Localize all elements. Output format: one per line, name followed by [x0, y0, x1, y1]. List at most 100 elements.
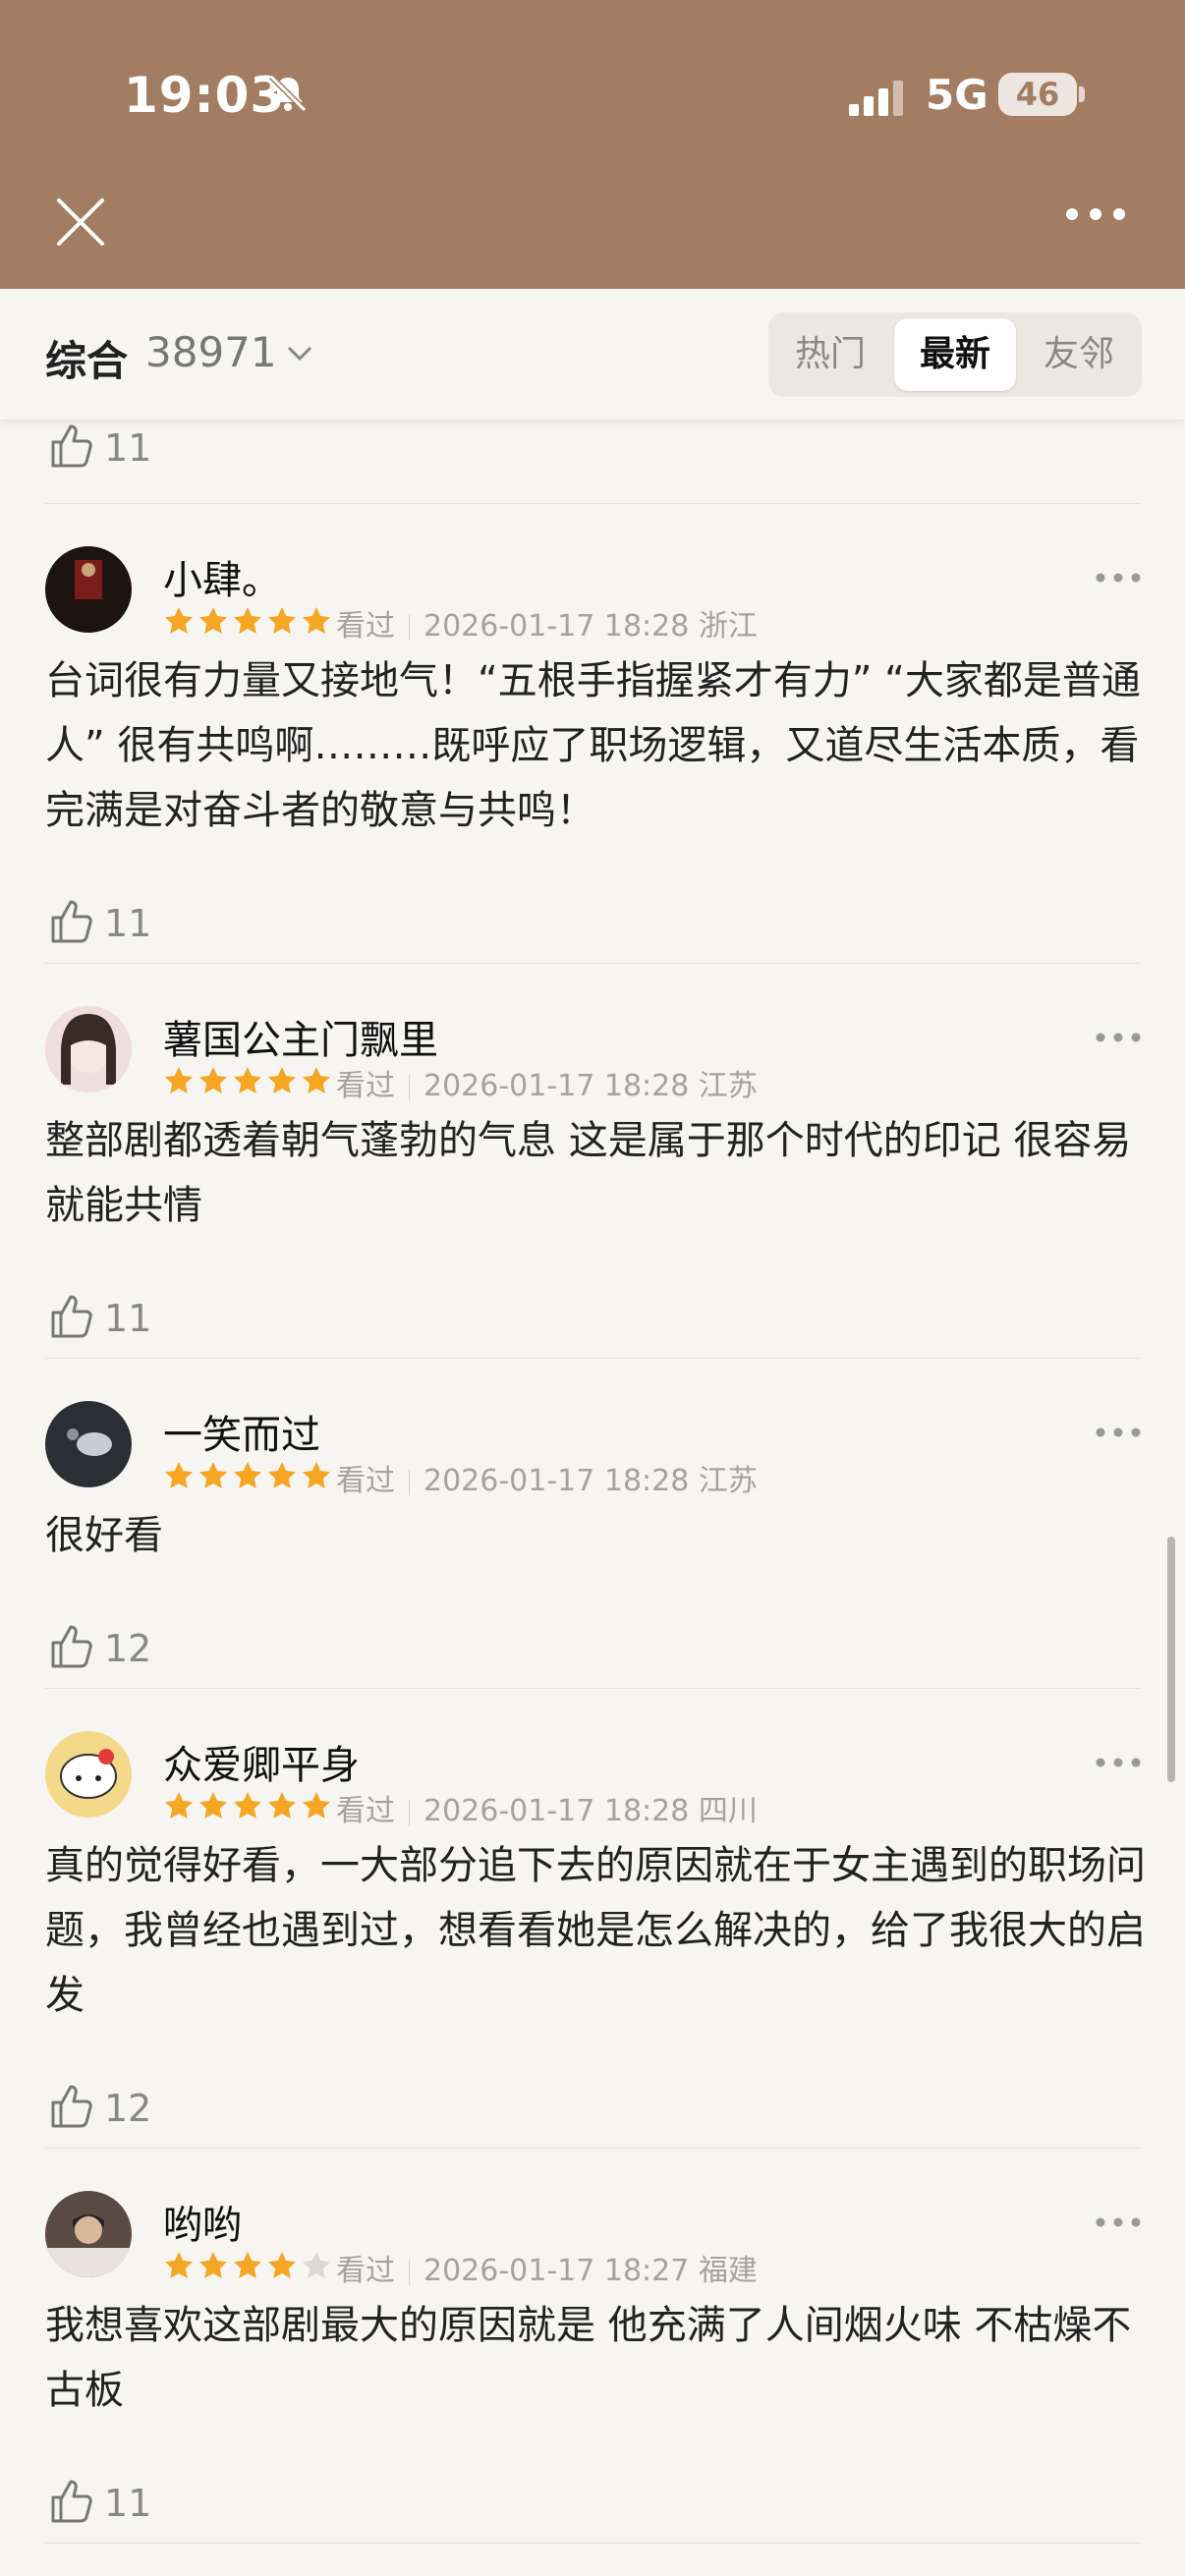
star-icon	[199, 1792, 227, 1819]
more-dots-icon	[1096, 2217, 1141, 2227]
rating-stars	[163, 2250, 335, 2281]
watch-status: 看过	[336, 1464, 395, 1498]
comment-more-button[interactable]	[1093, 1028, 1144, 1047]
avatar[interactable]	[45, 1731, 132, 1818]
comment-text: 我想喜欢这部剧最大的原因就是 他充满了人间烟火味 不枯燥不古板	[45, 2303, 1132, 2413]
timestamp: 2026-01-17 18:28	[423, 609, 690, 644]
username[interactable]: 小肆。	[163, 548, 281, 605]
top-header: 19:03 5G 46	[0, 0, 1185, 289]
comment-meta: 看过 2026-01-17 18:28 浙江	[336, 601, 758, 644]
star-icon	[303, 1067, 330, 1093]
rating-stars	[163, 605, 335, 637]
filter-bar: 综合 38971 热门 最新 友邻	[0, 289, 1185, 420]
avatar[interactable]	[45, 546, 132, 633]
star-icon	[165, 607, 193, 634]
thumbs-up-icon	[51, 900, 92, 943]
tab-latest[interactable]: 最新	[894, 318, 1016, 391]
star-icon	[303, 1792, 330, 1819]
more-horizontal-icon[interactable]	[1063, 185, 1128, 244]
avatar[interactable]	[45, 1401, 132, 1487]
watch-status: 看过	[336, 609, 395, 644]
more-dots-icon	[1096, 1033, 1141, 1042]
divider	[45, 1688, 1140, 1689]
star-icon	[268, 2252, 296, 2278]
star-icon	[234, 1792, 261, 1819]
comment-meta: 看过 2026-01-17 18:28 江苏	[336, 1456, 758, 1499]
star-icon	[303, 1462, 330, 1488]
star-icon	[165, 1067, 193, 1093]
thumbs-up-icon	[51, 2480, 92, 2523]
avatar[interactable]	[45, 2191, 132, 2277]
username[interactable]: 哟哟	[163, 2193, 242, 2250]
comment-more-button[interactable]	[1093, 1423, 1144, 1442]
location: 福建	[698, 2254, 758, 2288]
star-icon	[165, 2252, 193, 2278]
star-icon	[199, 607, 227, 634]
star-icon	[199, 2252, 227, 2278]
sort-label[interactable]: 综合	[45, 328, 128, 388]
comment-text: 台词很有力量又接地气！“五根手指握紧才有力” “大家都是普通人” 很有共鸣啊………	[45, 658, 1141, 833]
location: 江苏	[698, 1069, 758, 1103]
star-icon	[165, 1462, 193, 1488]
battery-tip	[1079, 86, 1085, 102]
more-dots-icon	[1096, 1428, 1141, 1437]
tab-hot[interactable]: 热门	[774, 318, 886, 391]
more-dots-icon	[1096, 1758, 1141, 1767]
signal-icon	[849, 81, 903, 116]
star-icon	[303, 607, 330, 634]
username[interactable]: 薯国公主门飘里	[163, 1008, 438, 1065]
thumbs-up-icon	[51, 1625, 92, 1668]
divider	[45, 963, 1140, 964]
comment-text: 整部剧都透着朝气蓬勃的气息 这是属于那个时代的印记 很容易就能共情	[45, 1118, 1132, 1228]
location: 四川	[698, 1794, 758, 1828]
like-count: 11	[104, 426, 152, 470]
divider	[45, 2543, 1140, 2544]
star-icon	[165, 1792, 193, 1819]
username[interactable]: 一笑而过	[163, 1403, 320, 1460]
star-icon	[268, 1462, 296, 1488]
like-count: 11	[104, 902, 152, 945]
battery-indicator: 46	[998, 73, 1077, 116]
like-count: 12	[104, 1627, 152, 1670]
star-icon	[268, 607, 296, 634]
star-icon	[234, 1067, 261, 1093]
rating-stars	[163, 1065, 335, 1096]
more-dots-icon	[1096, 573, 1141, 583]
close-icon[interactable]	[53, 195, 108, 250]
star-icon	[199, 1067, 227, 1093]
comment-text: 真的觉得好看，一大部分追下去的原因就在于女主遇到的职场问题，我曾经也遇到过，想看…	[45, 1843, 1146, 2018]
star-icon	[234, 1462, 261, 1488]
thumbs-up-icon	[51, 2085, 92, 2128]
status-time: 19:03	[124, 67, 286, 124]
timestamp: 2026-01-17 18:28	[423, 1069, 690, 1103]
comment-meta: 看过 2026-01-17 18:28 四川	[336, 1786, 758, 1829]
star-icon	[234, 2252, 261, 2278]
scrollbar[interactable]	[1167, 1537, 1175, 1782]
tab-friends[interactable]: 友邻	[1022, 318, 1136, 391]
divider	[45, 1358, 1140, 1359]
sort-segmented-control: 热门 最新 友邻	[768, 312, 1142, 397]
bell-muted-icon	[268, 74, 308, 113]
like-count: 11	[104, 1297, 152, 1340]
rating-stars	[163, 1790, 335, 1821]
star-icon	[268, 1067, 296, 1093]
star-icon	[234, 607, 261, 634]
chevron-down-icon[interactable]	[285, 338, 314, 367]
timestamp: 2026-01-17 18:27	[423, 2254, 690, 2288]
watch-status: 看过	[336, 2254, 395, 2288]
comment-meta: 看过 2026-01-17 18:27 福建	[336, 2246, 758, 2289]
location: 浙江	[698, 609, 758, 644]
avatar[interactable]	[45, 1006, 132, 1092]
star-icon	[268, 1792, 296, 1819]
location: 江苏	[698, 1464, 758, 1498]
comment-more-button[interactable]	[1093, 2212, 1144, 2232]
username[interactable]: 众爱卿平身	[163, 1733, 360, 1790]
thumbs-up-icon	[51, 1295, 92, 1338]
comment-meta: 看过 2026-01-17 18:28 江苏	[336, 1061, 758, 1104]
review-count[interactable]: 38971	[145, 328, 277, 376]
divider	[45, 503, 1140, 504]
comment-more-button[interactable]	[1093, 568, 1144, 588]
star-icon	[199, 1462, 227, 1488]
timestamp: 2026-01-17 18:28	[423, 1464, 690, 1498]
comment-more-button[interactable]	[1093, 1753, 1144, 1772]
